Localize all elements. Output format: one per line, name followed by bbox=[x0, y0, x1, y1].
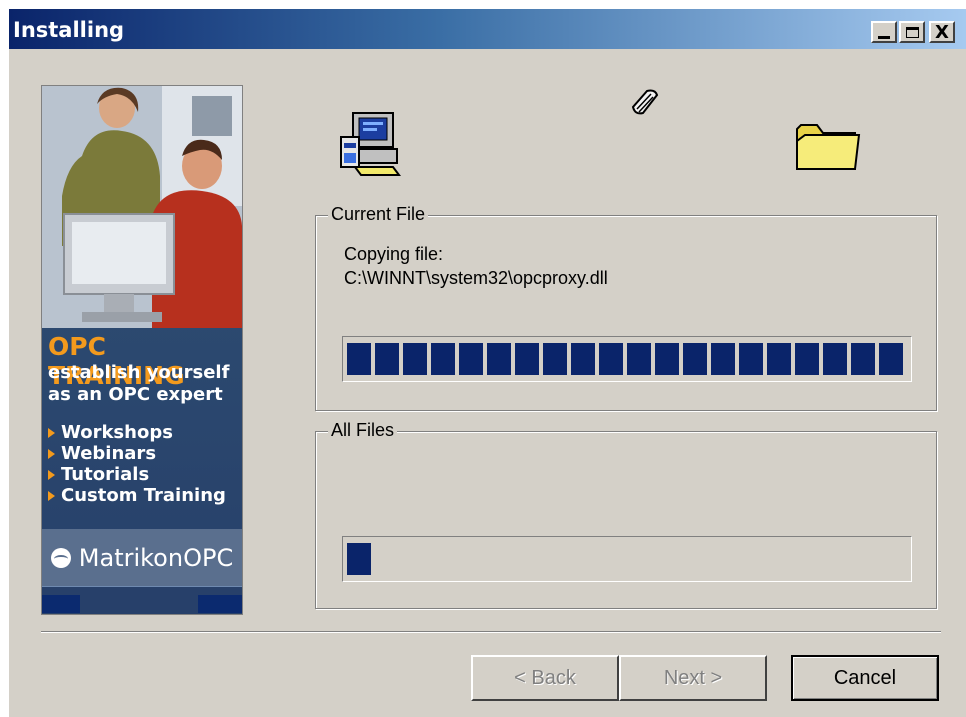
back-button[interactable]: < Back bbox=[471, 655, 619, 701]
all-files-group: All Files bbox=[315, 420, 937, 609]
current-file-legend: Current File bbox=[328, 204, 429, 225]
current-file-group: Current File Copying file: C:\WINNT\syst… bbox=[315, 204, 937, 411]
current-file-progress-fill bbox=[347, 343, 907, 375]
maximize-button[interactable] bbox=[899, 21, 925, 43]
banner-list: Workshops Webinars Tutorials Custom Trai… bbox=[48, 422, 226, 506]
banner-list-item: Custom Training bbox=[48, 485, 226, 506]
minimize-button[interactable] bbox=[871, 21, 897, 43]
footer-separator bbox=[41, 631, 941, 633]
all-files-progress-bar bbox=[342, 536, 912, 582]
banner-list-item: Tutorials bbox=[48, 464, 226, 485]
banner-item-label: Webinars bbox=[61, 443, 157, 464]
title-bar[interactable]: Installing X bbox=[9, 9, 966, 49]
installer-window: Installing X OPC TRAINING establish your… bbox=[8, 8, 966, 717]
banner-subline-2: as an OPC expert bbox=[48, 384, 223, 405]
bullet-arrow-icon bbox=[48, 490, 55, 501]
bullet-arrow-icon bbox=[48, 448, 55, 459]
current-file-progress-bar bbox=[342, 336, 912, 382]
banner-list-item: Workshops bbox=[48, 422, 226, 443]
banner-item-label: Workshops bbox=[61, 422, 173, 443]
logo-text: MatrikonOPC bbox=[78, 544, 234, 572]
all-files-legend: All Files bbox=[328, 420, 398, 441]
copying-file-label: Copying file: bbox=[344, 244, 444, 264]
computer-icon bbox=[340, 112, 401, 176]
folder-icon bbox=[796, 124, 861, 170]
banner-subline-1: establish yourself bbox=[48, 362, 230, 383]
next-button[interactable]: Next > bbox=[619, 655, 767, 701]
bullet-arrow-icon bbox=[48, 427, 55, 438]
banner-item-label: Tutorials bbox=[61, 464, 150, 485]
banner-photo bbox=[42, 86, 242, 328]
matrikon-logo-icon bbox=[50, 548, 71, 568]
bullet-arrow-icon bbox=[48, 469, 55, 480]
close-icon: X bbox=[935, 21, 949, 43]
minimize-icon bbox=[878, 35, 890, 39]
all-files-progress-fill bbox=[347, 543, 375, 575]
banner-list-item: Webinars bbox=[48, 443, 226, 464]
cancel-button[interactable]: Cancel bbox=[791, 655, 939, 701]
matrikon-logo: MatrikonOPC bbox=[42, 529, 242, 587]
paper-icon bbox=[631, 89, 659, 115]
copying-file-path: C:\WINNT\system32\opcproxy.dll bbox=[344, 268, 608, 288]
training-banner: OPC TRAINING establish yourself as an OP… bbox=[41, 85, 243, 615]
close-button[interactable]: X bbox=[929, 21, 955, 43]
banner-footer-bar bbox=[42, 586, 242, 614]
window-title: Installing bbox=[13, 18, 125, 42]
banner-subline: establish yourself as an OPC expert bbox=[48, 362, 229, 406]
maximize-icon bbox=[905, 26, 919, 38]
banner-item-label: Custom Training bbox=[61, 485, 226, 506]
footer-segment bbox=[42, 595, 80, 613]
footer-segment bbox=[198, 595, 242, 613]
